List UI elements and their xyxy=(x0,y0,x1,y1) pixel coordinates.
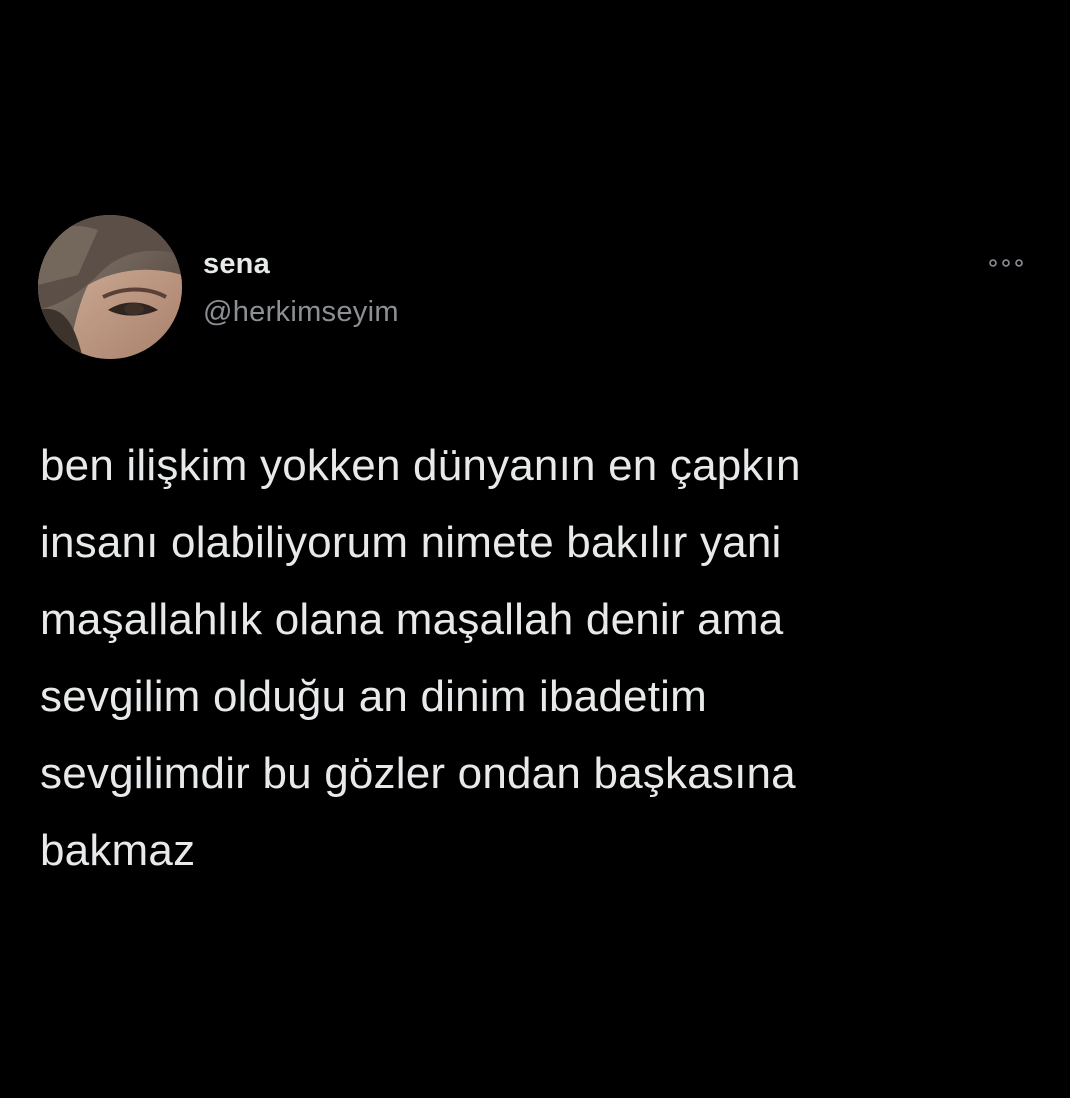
tweet-text: ben ilişkim yokken dünyanın en çapkın in… xyxy=(40,427,1050,889)
tweet-text-line: ben ilişkim yokken dünyanın en çapkın xyxy=(40,441,801,490)
tweet-text-line: maşallahlık olana maşallah denir ama xyxy=(40,595,784,644)
tweet-card: sena @herkimseyim ben ilişkim yokken dün… xyxy=(0,0,1070,1098)
tweet-text-line: insanı olabiliyorum nimete bakılır yani xyxy=(40,518,782,567)
tweet-text-line: sevgilim olduğu an dinim ibadetim xyxy=(40,672,707,721)
author-name[interactable]: sena xyxy=(203,248,270,281)
avatar[interactable] xyxy=(38,215,182,359)
tweet-text-line: bakmaz xyxy=(40,826,196,875)
more-horizontal-icon[interactable] xyxy=(986,255,1026,271)
author-handle[interactable]: @herkimseyim xyxy=(203,296,399,329)
tweet-text-line: sevgilimdir bu gözler ondan başkasına xyxy=(40,749,796,798)
avatar-image xyxy=(38,215,182,359)
